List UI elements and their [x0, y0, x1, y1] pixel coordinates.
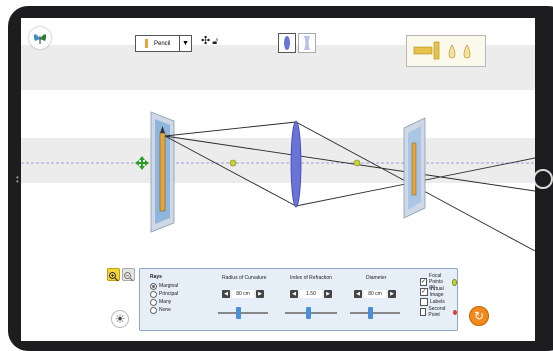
radius-slider[interactable]	[218, 307, 268, 319]
reset-icon: ↻	[473, 309, 485, 323]
rays-option-marginal[interactable]: Marginal	[150, 282, 178, 290]
check-label: Virtual Image	[429, 286, 444, 298]
camera-dots: • •	[16, 173, 19, 186]
rays-option-principal[interactable]: Principal	[150, 290, 178, 298]
decrement-button[interactable]: ◀	[290, 289, 298, 298]
radius-value: 80 cm	[232, 289, 254, 298]
rays-title: Rays	[150, 274, 162, 280]
rays-option-none[interactable]: None	[150, 306, 178, 314]
radio-icon	[150, 290, 157, 298]
optics-scene	[21, 111, 535, 252]
sun-icon: ☀︎	[114, 312, 126, 326]
move-handle-icon[interactable]	[135, 156, 149, 170]
radius-slider-thumb[interactable]	[235, 307, 241, 319]
rays-option-label: None	[159, 307, 171, 313]
light-rays	[164, 121, 535, 252]
display-options: ✓ Focal Points (F) ✓ Virtual Image Labels …	[420, 273, 458, 318]
index-slider[interactable]	[285, 307, 337, 319]
second-point-icon	[453, 309, 458, 315]
diameter-title: Diameter	[366, 275, 387, 281]
pencil-object[interactable]	[159, 132, 166, 212]
focal-point-left[interactable]	[229, 159, 237, 167]
focal-point-right[interactable]	[353, 159, 361, 167]
rays-option-label: Many	[159, 299, 172, 305]
simulation-screen: Pencil ▼ ✣ 🔓︎ ☀︎ Rays Marginal Principal…	[21, 18, 535, 341]
rays-option-many[interactable]: Many	[150, 298, 178, 306]
rays-option-label: Marginal	[159, 283, 179, 289]
light-toggle-button[interactable]: ☀︎	[111, 310, 129, 328]
zoom-in-button[interactable]	[107, 268, 120, 282]
index-title: Index of Refraction	[290, 275, 332, 281]
zoom-out-icon	[124, 272, 134, 282]
diameter-slider-thumb[interactable]	[367, 307, 373, 319]
index-value: 1.50	[300, 289, 322, 298]
diameter-slider[interactable]	[350, 307, 400, 319]
check-label: Second Point	[428, 306, 446, 318]
check-label: Labels	[430, 299, 445, 305]
index-slider-thumb[interactable]	[305, 307, 311, 319]
radius-spinner: ◀ 80 cm ▶	[222, 289, 264, 298]
check-virtual-image[interactable]: ✓ Virtual Image	[420, 286, 457, 298]
index-spinner: ◀ 1.50 ▶	[290, 289, 332, 298]
focal-point-icon	[452, 278, 457, 286]
radio-icon	[150, 282, 157, 290]
check-second-point[interactable]: Second Point	[420, 306, 458, 318]
increment-button[interactable]: ▶	[388, 289, 396, 298]
diameter-spinner: ◀ 80 cm ▶	[354, 289, 396, 298]
lens[interactable]	[290, 120, 302, 208]
checkbox-icon	[420, 298, 428, 306]
pencil-image	[411, 142, 417, 196]
reset-button[interactable]: ↻	[469, 306, 489, 326]
zoom-in-icon	[109, 272, 119, 282]
checkbox-icon: ✓	[420, 288, 428, 296]
checkbox-icon	[420, 308, 427, 316]
checkbox-icon: ✓	[420, 278, 428, 286]
increment-button[interactable]: ▶	[324, 289, 332, 298]
radio-icon	[150, 306, 157, 314]
decrement-button[interactable]: ◀	[222, 289, 230, 298]
radius-title: Radius of Curvature	[222, 275, 267, 281]
zoom-out-button[interactable]	[122, 268, 135, 282]
decrement-button[interactable]: ◀	[354, 289, 362, 298]
control-panel: Rays Marginal Principal Many None Radius…	[139, 268, 458, 331]
home-button[interactable]	[533, 169, 553, 189]
diameter-value: 80 cm	[364, 289, 386, 298]
rays-group: Rays Marginal Principal Many None	[150, 274, 178, 314]
rays-option-label: Principal	[159, 291, 179, 297]
increment-button[interactable]: ▶	[256, 289, 264, 298]
radio-icon	[150, 298, 157, 306]
